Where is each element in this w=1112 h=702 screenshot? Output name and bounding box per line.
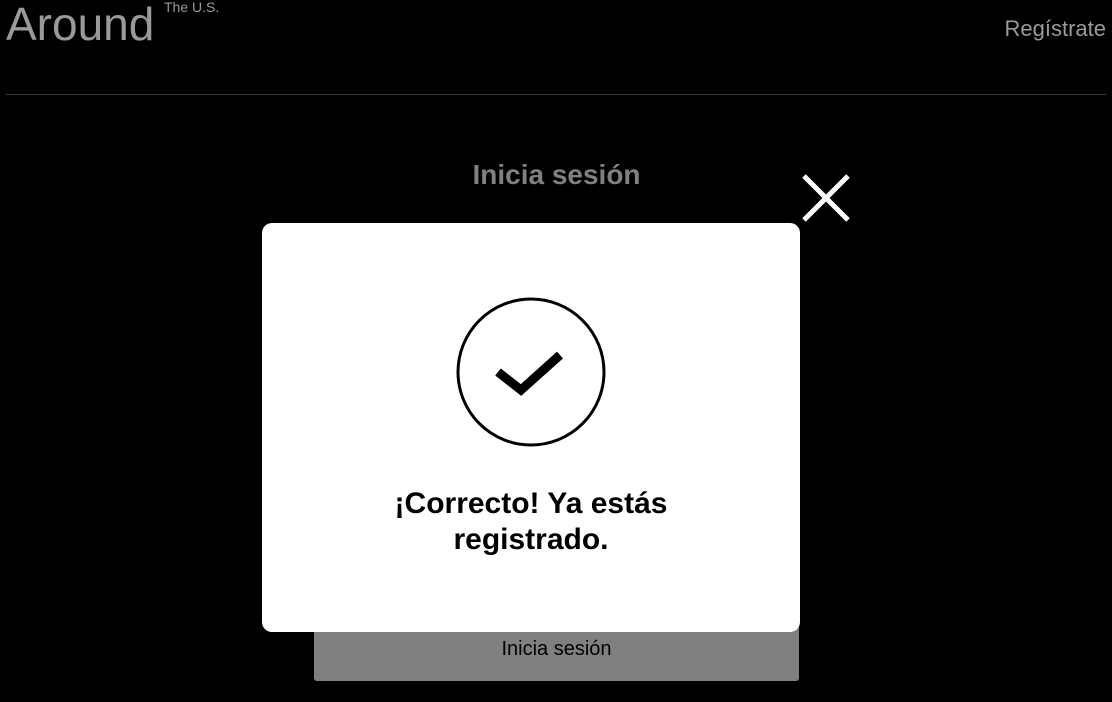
success-message-line2: registrado. [453, 523, 609, 556]
signup-link[interactable]: Regístrate [1005, 16, 1107, 42]
success-modal: ¡Correcto! Ya estás registrado. [262, 223, 800, 632]
success-message: ¡Correcto! Ya estás registrado. [262, 486, 800, 558]
logo-subtext: The U.S. [164, 0, 220, 15]
close-icon[interactable] [800, 172, 852, 224]
success-message-line1: ¡Correcto! Ya estás [394, 487, 668, 520]
page-header: Around The U.S. Regístrate [6, 0, 1106, 95]
check-circle-icon [456, 297, 606, 447]
logo-text: Around [6, 0, 155, 50]
login-title: Inicia sesión [472, 159, 641, 190]
